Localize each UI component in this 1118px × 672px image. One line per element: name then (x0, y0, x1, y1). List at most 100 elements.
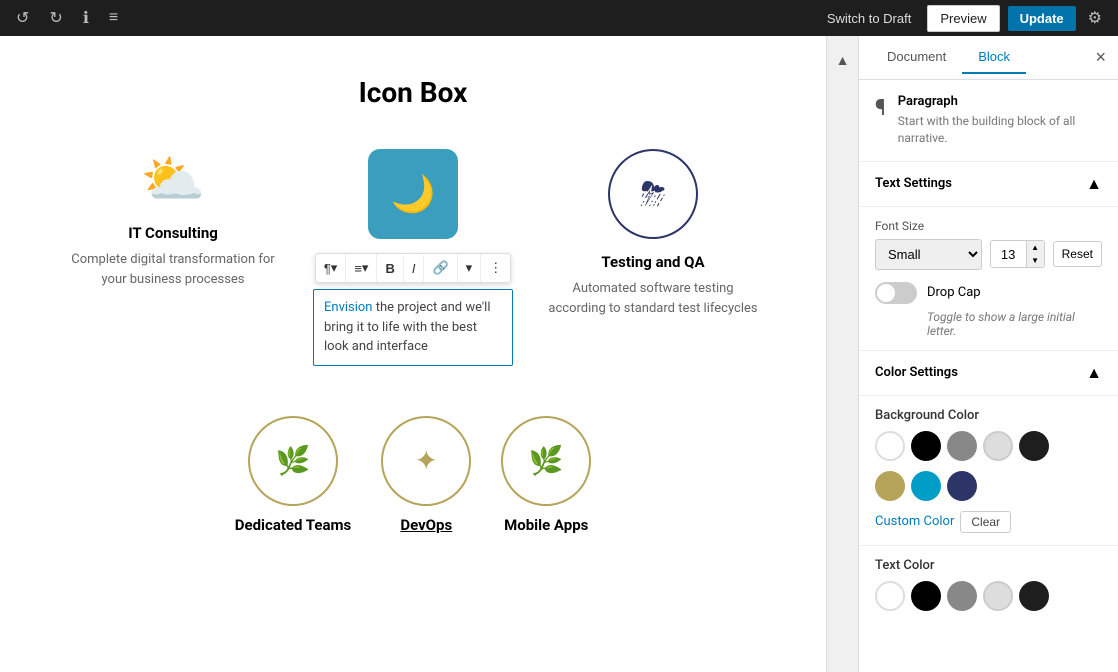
leaf-circle-1: 🌿 (248, 416, 338, 506)
swatch-blue[interactable] (911, 471, 941, 501)
sun-gear-circle: ✦ (381, 416, 471, 506)
redo-button[interactable]: ↻ (45, 4, 66, 32)
sidebar-collapse-button[interactable]: ▲ (826, 36, 858, 672)
custom-color-row: Custom Color Clear (875, 511, 1102, 533)
toolbar-left: ↺ ↻ ℹ ≡ (12, 4, 122, 32)
text-swatch-white[interactable] (875, 581, 905, 611)
color-swatches-row2 (875, 471, 1102, 501)
drop-cap-toggle[interactable] (875, 282, 917, 304)
align-dropdown-icon: ▾ (362, 260, 369, 276)
icon-box-mobile: 🌿 Mobile Apps (501, 416, 591, 542)
font-size-spinners: ▲ ▼ (1026, 241, 1044, 267)
text-swatch-black[interactable] (911, 581, 941, 611)
settings-gear-button[interactable]: ⚙ (1084, 4, 1106, 32)
text-swatch-gray[interactable] (947, 581, 977, 611)
font-size-select[interactable]: Small (875, 239, 982, 270)
text-settings-chevron: ▲ (1086, 174, 1102, 194)
color-settings-chevron: ▲ (1086, 363, 1102, 383)
switch-draft-button[interactable]: Switch to Draft (819, 7, 920, 30)
font-size-row: Small 13 ▲ ▼ Reset (875, 239, 1102, 270)
italic-button[interactable]: I (404, 255, 425, 282)
panel-close-button[interactable]: × (1095, 47, 1106, 68)
tab-block[interactable]: Block (962, 41, 1026, 74)
box3-text: Automated software testing according to … (543, 279, 763, 318)
drop-cap-label: Drop Cap (927, 285, 981, 300)
panel-tabs: Document Block × (859, 36, 1118, 80)
clear-color-button[interactable]: Clear (960, 511, 1011, 533)
color-settings-label: Color Settings (875, 365, 958, 380)
font-size-reset-button[interactable]: Reset (1053, 241, 1102, 267)
icon-boxes-row-1: ⛅ IT Consulting Complete digital transfo… (40, 149, 786, 366)
custom-color-link[interactable]: Custom Color (875, 514, 954, 529)
icon-box-dedicated: 🌿 Dedicated Teams (235, 416, 352, 542)
toggle-track (875, 282, 917, 304)
selected-text: Envision (324, 300, 376, 315)
text-swatch-darkblack[interactable] (1019, 581, 1049, 611)
update-button[interactable]: Update (1008, 6, 1076, 31)
box1-text: Complete digital transformation for your… (63, 250, 283, 289)
background-color-label: Background Color (875, 408, 1102, 423)
icon-box-editing[interactable]: 🌙 ¶ ▾ ≡ ▾ B I 🔗 ▾ ⋮ (313, 149, 513, 366)
swatch-lightgray[interactable] (983, 431, 1013, 461)
menu-button[interactable]: ≡ (105, 5, 122, 31)
inline-toolbar: ¶ ▾ ≡ ▾ B I 🔗 ▾ ⋮ (315, 253, 511, 283)
block-description: Start with the building block of all nar… (898, 113, 1102, 147)
icon-box-devops: ✦ DevOps (381, 416, 471, 542)
swatch-tan[interactable] (875, 471, 905, 501)
link-button[interactable]: 🔗 (424, 254, 457, 282)
text-swatch-lightgray[interactable] (983, 581, 1013, 611)
text-settings-label: Text Settings (875, 176, 952, 191)
font-size-number: 13 ▲ ▼ (990, 240, 1045, 268)
box4-title: Dedicated Teams (235, 516, 352, 534)
text-color-section: Text Color (859, 546, 1118, 633)
tab-document[interactable]: Document (871, 41, 962, 74)
paragraph-dropdown-icon: ▾ (331, 260, 338, 276)
top-toolbar: ↺ ↻ ℹ ≡ Switch to Draft Preview Update ⚙ (0, 0, 1118, 36)
paragraph-style-button[interactable]: ¶ ▾ (316, 254, 347, 282)
box5-title: DevOps (400, 516, 452, 534)
undo-button[interactable]: ↺ (12, 4, 33, 32)
editor-canvas[interactable]: Icon Box ⛅ IT Consulting Complete digita… (0, 36, 826, 672)
box6-title: Mobile Apps (504, 516, 588, 534)
color-settings-header[interactable]: Color Settings ▲ (859, 351, 1118, 396)
info-button[interactable]: ℹ (79, 4, 93, 32)
selected-text-block[interactable]: Envision the project and we'll bring it … (313, 289, 513, 366)
icon-box-testing: ⛈ Testing and QA Automated software test… (543, 149, 763, 366)
block-info: ¶ Paragraph Start with the building bloc… (859, 80, 1118, 162)
font-size-down[interactable]: ▼ (1026, 254, 1044, 267)
preview-button[interactable]: Preview (927, 5, 999, 32)
color-swatches-row1 (875, 431, 1102, 461)
box3-title: Testing and QA (601, 253, 704, 271)
swatch-darkblack[interactable] (1019, 431, 1049, 461)
extra-options-button[interactable]: ⋮ (481, 254, 510, 282)
main-area: Icon Box ⛅ IT Consulting Complete digita… (0, 36, 1118, 672)
text-settings-header[interactable]: Text Settings ▲ (859, 162, 1118, 207)
more-options-button[interactable]: ▾ (458, 254, 482, 282)
weather-icon: ⛅ (141, 149, 206, 210)
text-settings-body: Font Size Small 13 ▲ ▼ Reset (859, 207, 1118, 351)
paragraph-icon: ¶ (324, 261, 331, 276)
text-color-swatches-row1 (875, 581, 1102, 611)
right-panel: Document Block × ¶ Paragraph Start with … (858, 36, 1118, 672)
drop-cap-hint: Toggle to show a large initial letter. (927, 310, 1102, 338)
box1-title: IT Consulting (128, 224, 218, 242)
toolbar-right: Switch to Draft Preview Update ⚙ (819, 4, 1106, 32)
font-size-input[interactable]: 13 (991, 242, 1026, 267)
text-color-label: Text Color (875, 558, 1102, 573)
font-size-label: Font Size (875, 219, 1102, 233)
swatch-gray[interactable] (947, 431, 977, 461)
swatch-white[interactable] (875, 431, 905, 461)
color-settings-body: Background Color Custom Color Clear (859, 396, 1118, 546)
moon-icon-square: 🌙 (368, 149, 458, 239)
bold-button[interactable]: B (377, 255, 403, 282)
align-button[interactable]: ≡ ▾ (346, 254, 377, 282)
swatch-black[interactable] (911, 431, 941, 461)
leaf-circle-2: 🌿 (501, 416, 591, 506)
icon-box-it-consulting: ⛅ IT Consulting Complete digital transfo… (63, 149, 283, 366)
cloud-rain-circle: ⛈ (608, 149, 698, 239)
block-info-text: Paragraph Start with the building block … (898, 94, 1102, 147)
page-title: Icon Box (40, 76, 786, 109)
paragraph-block-icon: ¶ (875, 96, 886, 121)
font-size-up[interactable]: ▲ (1026, 241, 1044, 254)
swatch-navy[interactable] (947, 471, 977, 501)
